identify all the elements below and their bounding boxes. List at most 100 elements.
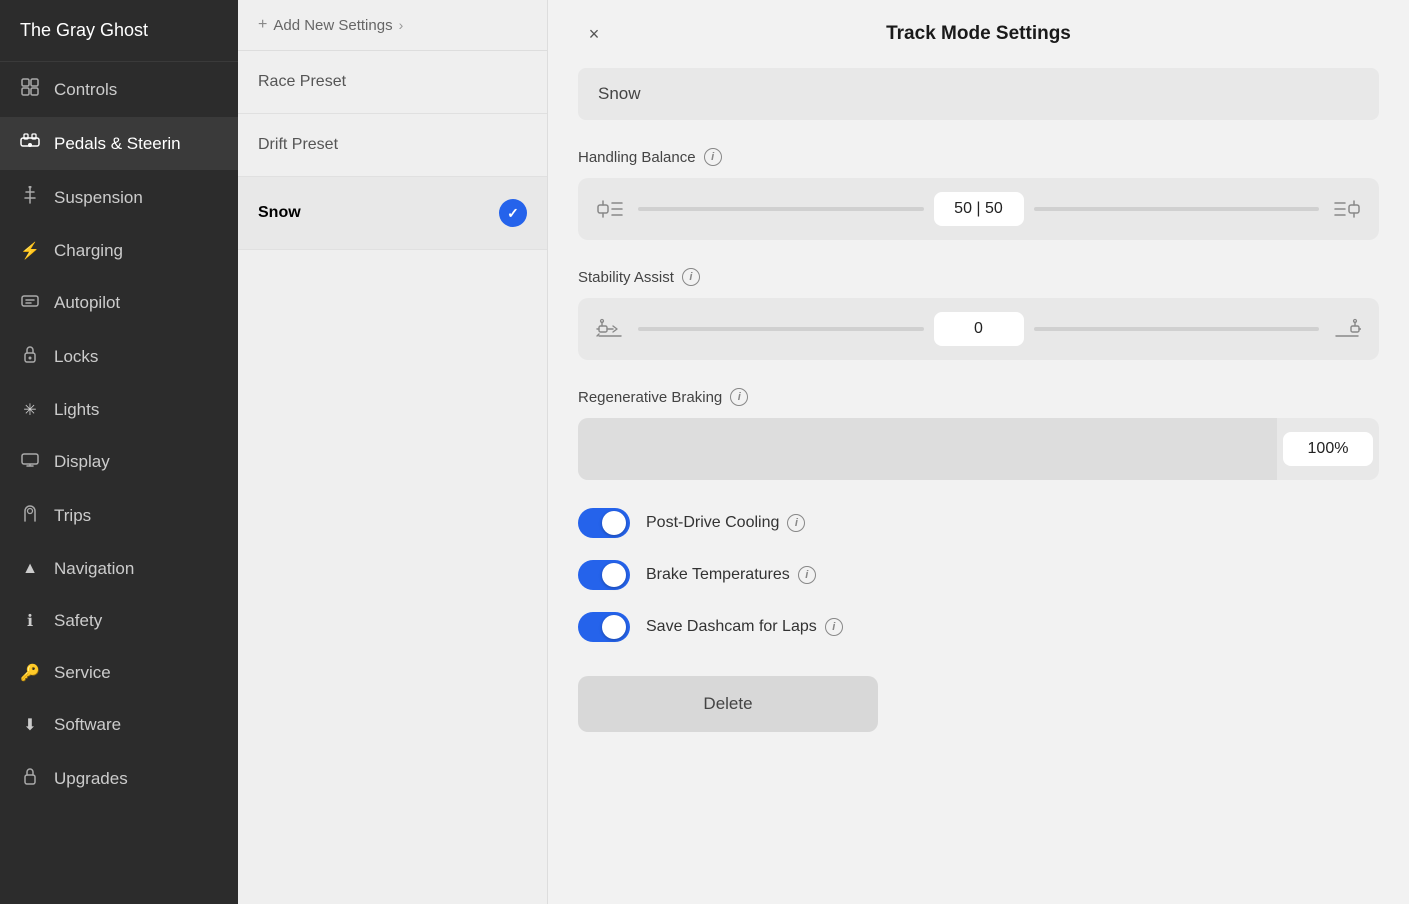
sidebar-item-lights[interactable]: ✳ Lights	[0, 384, 238, 436]
selected-checkmark: ✓	[499, 199, 527, 227]
save-dashcam-label: Save Dashcam for Laps i	[646, 618, 843, 636]
regen-braking-bar	[578, 418, 1277, 480]
sidebar-item-display[interactable]: Display	[0, 436, 238, 488]
brake-temperatures-info-icon[interactable]: i	[798, 566, 816, 584]
lock-icon	[20, 345, 40, 368]
arrow-right-icon: ›	[399, 17, 404, 33]
stability-assist-value: 0	[934, 312, 1024, 346]
sidebar-label-navigation: Navigation	[54, 559, 134, 579]
main-content: Snow Handling Balance i 50 | 50	[548, 68, 1409, 904]
sidebar-item-pedals[interactable]: Pedals & Steerin	[0, 117, 238, 170]
stability-assist-track[interactable]	[638, 327, 924, 331]
sidebar-label-suspension: Suspension	[54, 188, 143, 208]
sidebar-item-locks[interactable]: Locks	[0, 329, 238, 384]
close-icon: ×	[589, 24, 600, 45]
brake-temperatures-label: Brake Temperatures i	[646, 566, 816, 584]
lights-icon: ✳	[20, 400, 40, 420]
controls-icon	[20, 78, 40, 101]
add-new-settings-label: Add New Settings	[273, 17, 392, 34]
sidebar-label-charging: Charging	[54, 241, 123, 261]
preset-snow-label: Snow	[258, 204, 301, 222]
post-drive-cooling-row: Post-Drive Cooling i	[578, 508, 1379, 538]
middle-header: + Add New Settings ›	[238, 0, 547, 51]
brake-temperatures-toggle[interactable]	[578, 560, 630, 590]
handling-balance-info-icon[interactable]: i	[704, 148, 722, 166]
sidebar-label-autopilot: Autopilot	[54, 293, 120, 313]
sidebar-item-trips[interactable]: Trips	[0, 488, 238, 543]
sidebar-label-lights: Lights	[54, 400, 99, 420]
handling-balance-value: 50 | 50	[934, 192, 1024, 226]
handling-balance-slider[interactable]: 50 | 50	[578, 178, 1379, 240]
sidebar: The Gray Ghost Controls Pedals & Steerin	[0, 0, 238, 904]
stability-assist-left-icon	[592, 311, 628, 347]
toggle-knob	[602, 563, 626, 587]
preset-drift-label: Drift Preset	[258, 136, 338, 153]
sidebar-item-suspension[interactable]: Suspension	[0, 170, 238, 225]
sidebar-item-controls[interactable]: Controls	[0, 62, 238, 117]
preset-name-display[interactable]: Snow	[578, 68, 1379, 120]
close-button[interactable]: ×	[578, 18, 610, 50]
sidebar-label-service: Service	[54, 663, 111, 683]
sidebar-item-navigation[interactable]: ▲ Navigation	[0, 543, 238, 595]
sidebar-label-trips: Trips	[54, 506, 91, 526]
handling-balance-right-icon	[1329, 191, 1365, 227]
delete-button[interactable]: Delete	[578, 676, 878, 732]
main-header: × Track Mode Settings	[548, 0, 1409, 68]
save-dashcam-toggle[interactable]	[578, 612, 630, 642]
middle-panel: + Add New Settings › Race Preset Drift P…	[238, 0, 548, 904]
navigation-icon: ▲	[20, 560, 40, 578]
regen-braking-label: Regenerative Braking i	[578, 388, 1379, 406]
charging-icon: ⚡	[20, 241, 40, 261]
page-title: Track Mode Settings	[886, 23, 1071, 45]
post-drive-cooling-info-icon[interactable]: i	[787, 514, 805, 532]
sidebar-item-autopilot[interactable]: Autopilot	[0, 277, 238, 329]
upgrades-icon	[20, 767, 40, 790]
handling-balance-track-right[interactable]	[1034, 207, 1320, 211]
preset-drift[interactable]: Drift Preset	[238, 114, 547, 177]
sidebar-item-charging[interactable]: ⚡ Charging	[0, 225, 238, 277]
post-drive-cooling-label: Post-Drive Cooling i	[646, 514, 805, 532]
sidebar-label-pedals: Pedals & Steerin	[54, 134, 181, 154]
main-panel: × Track Mode Settings Snow Handling Bala…	[548, 0, 1409, 904]
sidebar-label-upgrades: Upgrades	[54, 769, 128, 789]
sidebar-label-safety: Safety	[54, 611, 102, 631]
sidebar-label-software: Software	[54, 715, 121, 735]
car-name: The Gray Ghost	[0, 0, 238, 62]
regen-braking-value: 100%	[1283, 432, 1373, 466]
suspension-icon	[20, 186, 40, 209]
display-icon	[20, 453, 40, 472]
sidebar-label-controls: Controls	[54, 80, 117, 100]
pedals-icon	[20, 133, 40, 154]
preset-snow[interactable]: Snow ✓	[238, 177, 547, 250]
sidebar-item-service[interactable]: 🔑 Service	[0, 647, 238, 699]
handling-balance-left-icon	[592, 191, 628, 227]
regen-braking-info-icon[interactable]: i	[730, 388, 748, 406]
stability-assist-slider[interactable]: 0	[578, 298, 1379, 360]
save-dashcam-row: Save Dashcam for Laps i	[578, 612, 1379, 642]
trips-icon	[20, 504, 40, 527]
preset-race-label: Race Preset	[258, 73, 346, 90]
handling-balance-track[interactable]	[638, 207, 924, 211]
stability-assist-track-right[interactable]	[1034, 327, 1320, 331]
sidebar-item-safety[interactable]: ℹ Safety	[0, 595, 238, 647]
add-new-settings-button[interactable]: + Add New Settings ›	[258, 16, 403, 34]
post-drive-cooling-toggle[interactable]	[578, 508, 630, 538]
stability-assist-info-icon[interactable]: i	[682, 268, 700, 286]
stability-assist-label: Stability Assist i	[578, 268, 1379, 286]
save-dashcam-info-icon[interactable]: i	[825, 618, 843, 636]
autopilot-icon	[20, 294, 40, 312]
regen-braking-slider[interactable]: 100%	[578, 418, 1379, 480]
service-icon: 🔑	[20, 663, 40, 683]
plus-icon: +	[258, 16, 267, 34]
toggle-knob	[602, 511, 626, 535]
sidebar-label-locks: Locks	[54, 347, 98, 367]
software-icon: ⬇	[20, 715, 40, 735]
safety-icon: ℹ	[20, 611, 40, 631]
brake-temperatures-row: Brake Temperatures i	[578, 560, 1379, 590]
handling-balance-label: Handling Balance i	[578, 148, 1379, 166]
stability-assist-right-icon	[1329, 311, 1365, 347]
sidebar-item-upgrades[interactable]: Upgrades	[0, 751, 238, 806]
preset-race[interactable]: Race Preset	[238, 51, 547, 114]
sidebar-label-display: Display	[54, 452, 110, 472]
sidebar-item-software[interactable]: ⬇ Software	[0, 699, 238, 751]
